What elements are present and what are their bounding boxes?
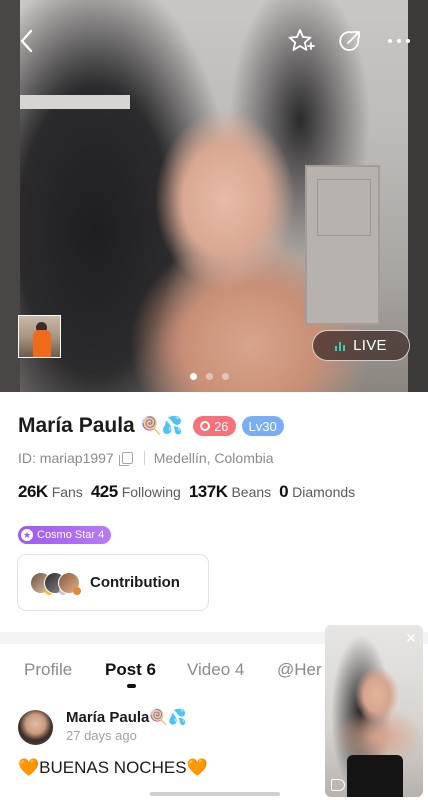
carousel-dot: [206, 373, 213, 380]
more-button[interactable]: [384, 26, 414, 56]
tab-video[interactable]: Video 4: [187, 660, 244, 680]
chevron-left-icon: [20, 29, 33, 53]
orange-heart-icon: 🧡: [186, 758, 208, 777]
following-label[interactable]: Following: [122, 484, 181, 500]
carousel-indicator: [190, 373, 229, 380]
cosmo-star-badge[interactable]: ★ Cosmo Star 4: [18, 526, 112, 544]
orange-heart-icon: 🧡: [18, 758, 40, 777]
tab-her[interactable]: @Her: [277, 660, 322, 680]
fans-label[interactable]: Fans: [52, 484, 83, 500]
post-author-name: María Paula: [66, 709, 150, 726]
cover-background-beam: [20, 95, 130, 109]
star-add-icon: [288, 29, 315, 51]
profile-name-row: María Paula 🍭💦 26 Lv30: [18, 414, 284, 438]
beans-label: Beans: [231, 484, 272, 500]
tab-post[interactable]: Post 6: [105, 660, 156, 680]
profile-meta: ID: mariap1997 Medellín, Colombia: [18, 450, 274, 466]
cover-background-right: [408, 0, 428, 392]
mini-player-figure: [347, 755, 403, 797]
post-time: 27 days ago: [66, 728, 137, 743]
post-author: María Paula🍭💦: [66, 708, 187, 726]
fans-count[interactable]: 26K: [18, 482, 48, 502]
profile-cover-photo[interactable]: LIVE: [0, 0, 428, 392]
fan-badge-value: 26: [214, 418, 229, 434]
avatar[interactable]: [18, 710, 53, 745]
share-button[interactable]: [335, 26, 365, 56]
thumbnail-figure-jacket: [33, 330, 51, 357]
fan-level-badge[interactable]: 26: [193, 416, 236, 436]
cover-thumbnail[interactable]: [18, 315, 61, 358]
cosmo-star-icon: ★: [21, 529, 33, 541]
back-button[interactable]: [12, 26, 42, 56]
more-horizontal-icon: [388, 39, 410, 43]
share-icon: [339, 31, 360, 51]
carousel-dot: [190, 373, 197, 380]
cover-background: [0, 0, 20, 392]
user-id: ID: mariap1997: [18, 450, 114, 466]
favorite-button[interactable]: [286, 26, 316, 56]
contributor-avatars: [30, 571, 81, 595]
post-text: 🧡BUENAS NOCHES🧡: [18, 758, 208, 778]
live-bars-icon: [335, 340, 346, 351]
fan-badge-icon: [200, 421, 211, 431]
post-author-emoji: 🍭💦: [149, 709, 187, 726]
profile-name: María Paula: [18, 414, 135, 437]
copy-icon[interactable]: [118, 452, 133, 466]
contribution-button[interactable]: Contribution: [17, 554, 209, 611]
profile-name-emoji: 🍭💦: [140, 416, 184, 435]
mini-live-player[interactable]: ✕: [325, 625, 423, 797]
tab-profile[interactable]: Profile: [24, 660, 72, 680]
home-indicator: [150, 792, 280, 796]
user-level-badge[interactable]: Lv30: [241, 416, 284, 436]
beans-count: 137K: [188, 482, 228, 501]
carousel-dot: [222, 373, 229, 380]
profile-stats: 26K Fans 425 Following 137K Beans 0 Diam…: [18, 482, 363, 502]
user-location: Medellín, Colombia: [153, 450, 274, 466]
diamonds-count: 0: [279, 482, 289, 501]
live-label: LIVE: [353, 337, 387, 354]
active-tab-indicator: [127, 684, 136, 688]
following-count[interactable]: 425: [91, 482, 118, 502]
post-text-body: BUENAS NOCHES: [39, 758, 187, 777]
meta-divider: [143, 451, 145, 465]
diamonds-label: Diamonds: [292, 484, 356, 500]
cover-background-door: [305, 165, 380, 325]
contribution-label: Contribution: [90, 574, 180, 591]
cosmo-star-label: Cosmo Star 4: [37, 529, 105, 541]
avatar: [58, 571, 81, 595]
sound-icon[interactable]: [331, 779, 345, 791]
close-icon[interactable]: ✕: [405, 630, 417, 647]
live-button[interactable]: LIVE: [312, 330, 410, 361]
